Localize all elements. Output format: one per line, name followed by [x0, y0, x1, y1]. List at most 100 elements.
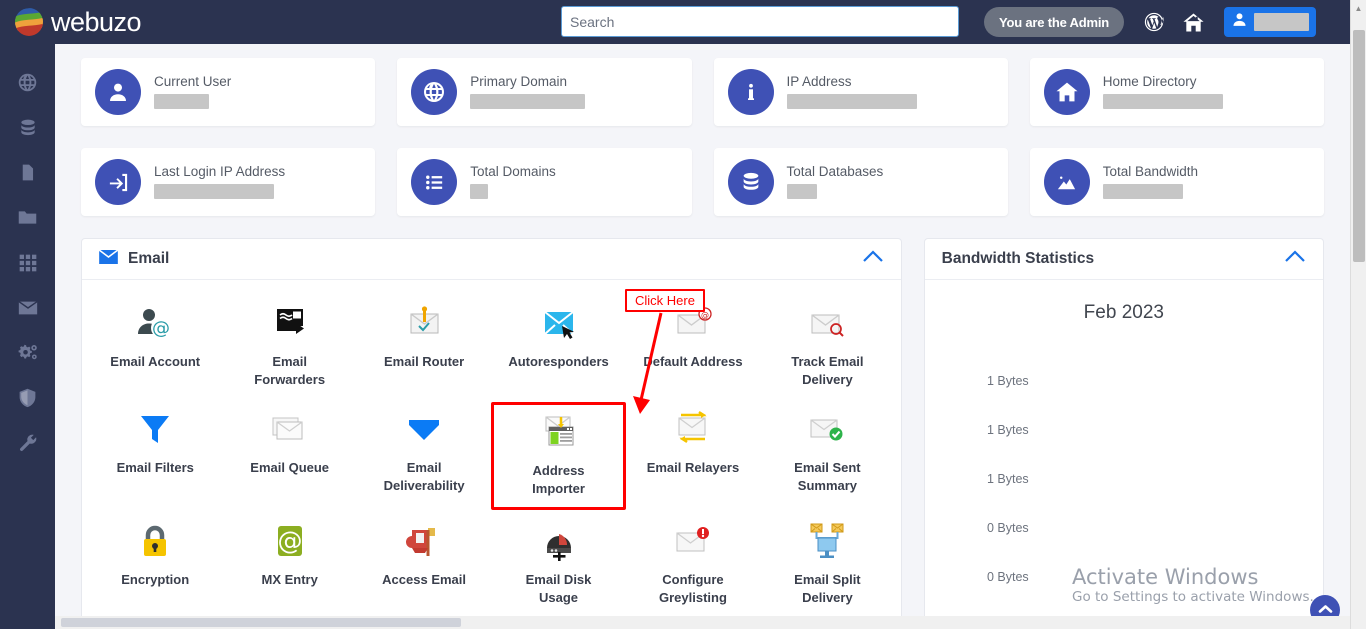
email-app-email-sent-summary[interactable]: Email Sent Summary [760, 402, 894, 510]
email-app-label: Email Filters [116, 460, 194, 476]
email-app-track-email-delivery[interactable]: Track Email Delivery [760, 296, 894, 398]
home-icon[interactable] [1179, 8, 1207, 36]
main-content-area: Current User Primary Domain IP Address H… [55, 44, 1350, 629]
email-app-email-forwarders[interactable]: Email Forwarders [222, 296, 356, 398]
database-icon [727, 159, 774, 205]
email-app-label: Default Address [643, 354, 743, 369]
email-account-icon: @ [133, 302, 177, 346]
email-app-email-filters[interactable]: Email Filters [88, 402, 222, 510]
sidebar-item-security[interactable] [0, 375, 55, 420]
email-app-label: Autoresponders [508, 354, 609, 369]
bandwidth-chart: Feb 2023 1 Bytes 1 Bytes 1 Bytes 0 Bytes… [925, 280, 1323, 629]
admin-status-badge: You are the Admin [984, 7, 1125, 37]
file-icon [18, 163, 37, 182]
bandwidth-panel-header[interactable]: Bandwidth Statistics [924, 239, 1323, 280]
address-importer-icon [537, 411, 581, 455]
email-app-autoresponders[interactable]: Autoresponders [491, 296, 625, 398]
vertical-scrollbar[interactable]: ▲ [1350, 0, 1366, 629]
sidebar-item-email[interactable] [0, 285, 55, 330]
y-axis-tick: 1 Bytes [986, 423, 1029, 437]
email-app-label: Email Account [110, 354, 201, 369]
svg-text:@: @ [152, 318, 170, 339]
svg-text:@: @ [277, 526, 302, 555]
chevron-up-icon[interactable] [1284, 250, 1306, 268]
email-app-address-importer[interactable]: Address Importer [491, 402, 626, 511]
encryption-lock-icon [133, 520, 177, 564]
email-app-label: Email Relayers [646, 460, 740, 476]
scroll-up-arrow-icon[interactable]: ▲ [1351, 0, 1366, 16]
stat-card-current-user: Current User [81, 58, 376, 126]
email-app-email-relayers[interactable]: Email Relayers [626, 402, 760, 510]
stat-label: Total Domains [470, 164, 556, 180]
email-app-email-router[interactable]: Email Router [357, 296, 491, 398]
sidebar-item-settings[interactable] [0, 330, 55, 375]
sidebar-item-folders[interactable] [0, 195, 55, 240]
sidebar-item-apps[interactable] [0, 240, 55, 285]
y-axis-tick: 1 Bytes [986, 374, 1029, 388]
stat-label: Total Bandwidth [1102, 164, 1199, 180]
email-app-email-deliverability[interactable]: Email Deliverability [357, 402, 491, 510]
y-axis-tick: 1 Bytes [986, 472, 1029, 486]
sidebar-item-domains[interactable] [0, 60, 55, 105]
email-app-access-email[interactable]: Access Email [357, 514, 491, 616]
email-app-mx-entry[interactable]: @ MX Entry [222, 514, 356, 616]
folder-icon [17, 207, 38, 228]
user-account-button[interactable] [1224, 7, 1316, 37]
stat-value-redacted [1102, 183, 1183, 199]
email-relayers-icon [671, 408, 715, 452]
stat-value-redacted [1102, 93, 1223, 109]
stat-card-total-domains: Total Domains [397, 148, 692, 216]
stat-card-primary-domain: Primary Domain [397, 58, 692, 126]
stat-label: Home Directory [1102, 74, 1197, 90]
gears-icon [17, 342, 39, 364]
vertical-scrollbar-thumb[interactable] [1353, 30, 1365, 262]
shield-icon [17, 387, 38, 408]
email-app-email-split-delivery[interactable]: Email Split Delivery [760, 514, 894, 616]
mx-entry-icon: @ [268, 520, 312, 564]
admin-badge-label: You are the Admin [999, 14, 1110, 30]
email-app-label: Email Deliverability [383, 460, 465, 493]
envelope-icon [98, 248, 119, 269]
grid-apps-icon [18, 253, 38, 273]
email-app-label: Email Disk Usage [525, 572, 592, 605]
sidebar-item-tools[interactable] [0, 420, 55, 465]
stat-label: IP Address [786, 74, 852, 90]
autoresponders-icon [537, 302, 581, 346]
stat-cards-grid: Current User Primary Domain IP Address H… [81, 58, 1324, 216]
email-app-email-queue[interactable]: Email Queue [222, 402, 356, 510]
search-input[interactable] [561, 6, 959, 37]
stat-value-redacted [154, 93, 209, 109]
wordpress-icon[interactable] [1140, 8, 1168, 36]
webuzo-swirl-logo-icon [14, 7, 44, 37]
y-axis-tick: 0 Bytes [986, 570, 1029, 584]
list-icon [411, 159, 458, 205]
webuzo-dashboard: webuzo You are the Admin [0, 0, 1366, 629]
chart-title: Feb 2023 [1083, 302, 1164, 323]
email-apps-grid: @ Email Account Email Forwarders Email R… [82, 280, 901, 626]
email-filters-icon [133, 408, 177, 452]
chevron-up-icon[interactable] [862, 250, 884, 268]
brand-name: webuzo [51, 6, 142, 37]
left-sidebar-nav [0, 44, 55, 629]
stat-label: Total Databases [786, 164, 884, 180]
sidebar-item-files[interactable] [0, 150, 55, 195]
email-app-configure-greylisting[interactable]: Configure Greylisting [626, 514, 760, 616]
stat-card-total-databases: Total Databases [713, 148, 1008, 216]
brand-logo-area[interactable]: webuzo [0, 7, 300, 37]
email-split-delivery-icon [805, 520, 849, 564]
horizontal-scrollbar-thumb[interactable] [61, 618, 461, 627]
email-app-email-account[interactable]: @ Email Account [88, 296, 222, 398]
stat-value-redacted [470, 93, 586, 109]
email-app-encryption[interactable]: Encryption [88, 514, 222, 616]
horizontal-scrollbar[interactable] [55, 616, 1350, 629]
top-header-bar: webuzo You are the Admin [0, 0, 1350, 44]
email-panel-header[interactable]: Email [82, 239, 901, 280]
email-app-label: Email Forwarders [254, 354, 326, 387]
stat-value-redacted [786, 93, 917, 109]
user-icon [1231, 11, 1248, 33]
email-deliverability-icon [402, 408, 446, 452]
email-app-email-disk-usage[interactable]: Email Disk Usage [491, 514, 625, 616]
y-axis-tick: 0 Bytes [986, 521, 1029, 535]
sidebar-item-databases[interactable] [0, 105, 55, 150]
stat-label: Last Login IP Address [154, 164, 286, 180]
